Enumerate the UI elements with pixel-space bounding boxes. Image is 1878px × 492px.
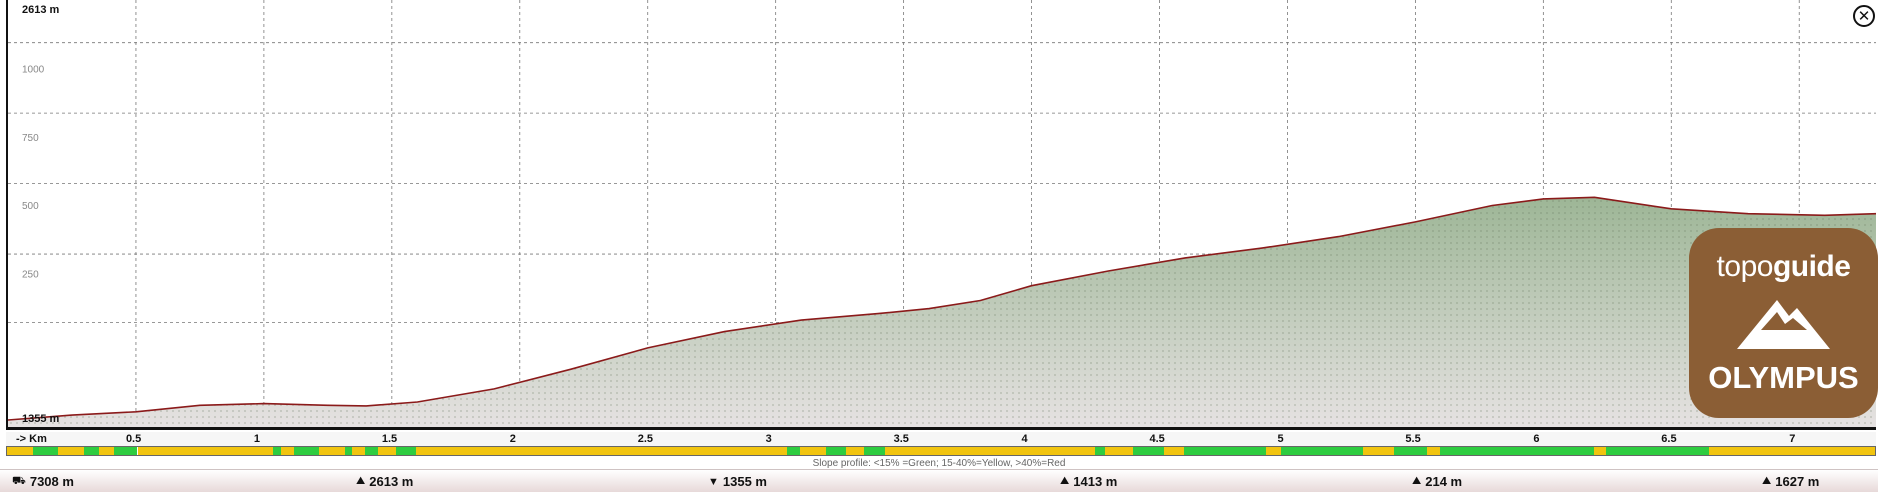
- stat-value: 7308 m: [29, 474, 74, 489]
- stats-bar: ⛟ 7308 m ⛰ 2613 m ▼ 1355 m ⛰ 1413 m ⛰ 214 m ⛰ 1627 …: [0, 469, 1878, 492]
- slope-segment-15: [395, 447, 417, 455]
- slope-segment-17: [787, 447, 801, 455]
- slope-segment-19: [825, 447, 847, 455]
- slope-segment-13: [365, 447, 379, 455]
- elevation-area-texture: [8, 197, 1876, 427]
- x-tick-label-1: 1: [253, 433, 260, 445]
- slope-segment-12: [352, 447, 366, 455]
- mountain-icon: [1737, 300, 1830, 349]
- slope-segment-34: [1593, 447, 1607, 455]
- slope-segment-28: [1265, 447, 1282, 455]
- slope-segment-0: [7, 447, 33, 455]
- y-tick-label-750: 750: [22, 133, 39, 144]
- x-tick-label-7: 7: [1789, 433, 1796, 445]
- slope-segment-31: [1393, 447, 1428, 455]
- x-tick-label-5.5: 5.5: [1405, 433, 1421, 445]
- slope-legend: Slope profile: <15% =Green; 15-40%=Yello…: [812, 458, 1066, 469]
- slope-segment-1: [32, 447, 59, 455]
- slope-segment-33: [1439, 447, 1594, 455]
- stat-distance: ⛟ 7308 m: [12, 474, 74, 489]
- slope-segment-6: [137, 447, 274, 455]
- descent-icon: ⛰: [1412, 475, 1422, 487]
- x-tick-label-2.5: 2.5: [637, 433, 654, 445]
- stat-max-elevation: ⛰ 2613 m: [356, 474, 413, 489]
- elevation-chart: 1000 750 500 250 2613 m 1355 m topoguide OL…: [6, 0, 1878, 430]
- slope-segment-14: [378, 447, 396, 455]
- elevation-plot: 1000 750 500 250: [8, 0, 1876, 427]
- slope-segment-5: [114, 447, 138, 455]
- slope-segment-25: [1132, 447, 1164, 455]
- slope-segment-7: [273, 447, 281, 455]
- logo-brand: topoguide: [1716, 250, 1851, 283]
- slope-segment-27: [1184, 447, 1266, 455]
- stat-value: 1413 m: [1073, 474, 1118, 489]
- stat-min-elevation: ▼ 1355 m: [708, 474, 767, 489]
- x-tick-label-2: 2: [509, 433, 516, 445]
- slope-segment-11: [344, 447, 353, 455]
- slope-segment-8: [280, 447, 294, 455]
- distance-icon: ⛟: [12, 474, 26, 487]
- max-elevation-label: 2613 m: [22, 4, 60, 16]
- close-button[interactable]: ✕: [1853, 5, 1875, 27]
- slope-segment-3: [83, 447, 100, 455]
- slope-segment-22: [884, 447, 1095, 455]
- close-icon[interactable]: ✕: [1858, 7, 1871, 25]
- stat-ascent: ⛰ 1413 m: [1060, 474, 1117, 489]
- stat-value: 1355 m: [722, 474, 767, 489]
- x-axis-unit-label: -> Km: [16, 433, 47, 445]
- stat-descent: ⛰ 214 m: [1412, 474, 1462, 489]
- x-tick-label-1.5: 1.5: [381, 433, 398, 445]
- x-tick-label-3.5: 3.5: [893, 433, 909, 445]
- slope-segment-9: [293, 447, 320, 455]
- y-tick-label-500: 500: [22, 201, 39, 212]
- slope-segment-24: [1104, 447, 1133, 455]
- slope-segment-20: [846, 447, 865, 455]
- slope-segment-32: [1427, 447, 1440, 455]
- x-tick-label-4.5: 4.5: [1149, 433, 1165, 445]
- topoguide-olympus-logo: topoguide OLYMPUS: [1689, 228, 1878, 418]
- y-tick-label-250: 250: [22, 270, 39, 281]
- slope-segment-29: [1281, 447, 1364, 455]
- logo-subtitle: OLYMPUS: [1708, 360, 1859, 395]
- x-tick-label-6: 6: [1533, 433, 1540, 445]
- x-tick-label-4: 4: [1021, 433, 1028, 445]
- slope-segment-23: [1094, 447, 1105, 455]
- slope-segment-2: [58, 447, 84, 455]
- min-elevation-label: 1355 m: [22, 413, 60, 425]
- min-elevation-icon: ▼: [708, 475, 719, 488]
- x-tick-label-5: 5: [1277, 433, 1284, 445]
- slope-segment-35: [1606, 447, 1709, 455]
- elevation-difference-icon: ⛰: [1762, 475, 1772, 487]
- slope-segment-36: [1708, 447, 1875, 455]
- slope-segment-10: [319, 447, 345, 455]
- slope-segment-4: [99, 447, 115, 455]
- slope-segment-21: [864, 447, 885, 455]
- x-tick-label-0.5: 0.5: [125, 433, 142, 445]
- stat-elevation-difference: ⛰ 1627 m: [1762, 474, 1819, 489]
- stat-value: 1627 m: [1775, 474, 1820, 489]
- slope-segment-18: [800, 447, 826, 455]
- stat-value: 214 m: [1425, 474, 1463, 489]
- stat-value: 2613 m: [369, 474, 414, 489]
- x-tick-label-3: 3: [765, 433, 772, 445]
- max-elevation-icon: ⛰: [356, 475, 366, 487]
- y-tick-label-1000: 1000: [22, 65, 45, 76]
- slope-segment-16: [416, 447, 788, 455]
- x-tick-label-6.5: 6.5: [1661, 433, 1677, 445]
- ascent-icon: ⛰: [1060, 475, 1070, 487]
- slope-segment-26: [1163, 447, 1185, 455]
- slope-profile-bar: [6, 446, 1876, 456]
- slope-segment-30: [1363, 447, 1394, 455]
- x-axis-bar: -> Km 0.5 1 1.5 2 2.5 3 3.5 4 4.5 5 5.5 6 6.5 7: [6, 432, 1876, 447]
